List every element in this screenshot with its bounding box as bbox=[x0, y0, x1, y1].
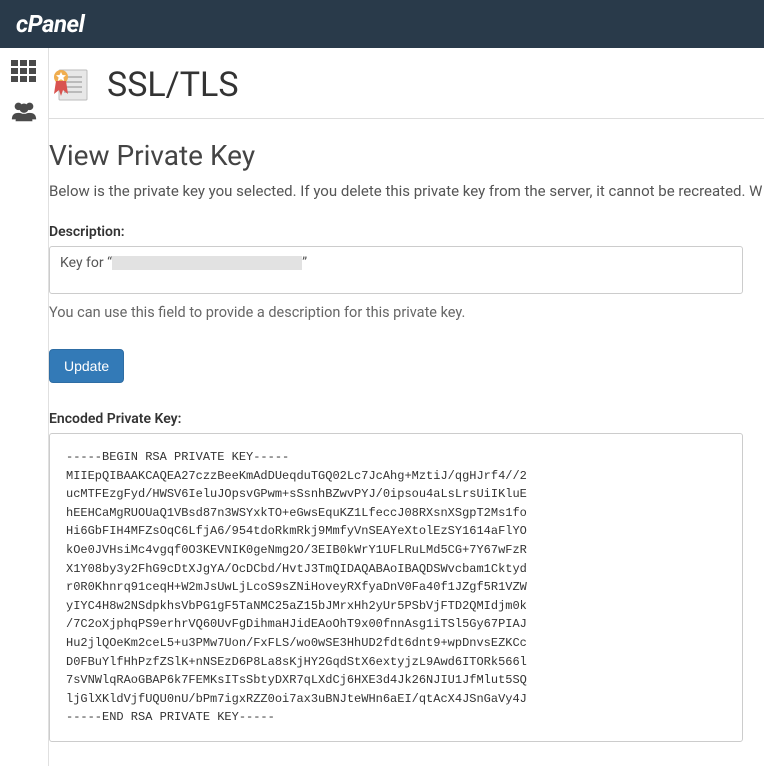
divider bbox=[49, 118, 764, 119]
update-button[interactable]: Update bbox=[49, 349, 124, 383]
description-help: You can use this field to provide a desc… bbox=[49, 304, 764, 321]
sidebar bbox=[0, 48, 48, 766]
lead-text: Below is the private key you selected. I… bbox=[49, 182, 764, 200]
brand-text: cPanel bbox=[16, 10, 84, 38]
page-header: SSL/TLS bbox=[49, 64, 764, 118]
users-icon[interactable] bbox=[10, 100, 38, 122]
encoded-key-box[interactable]: -----BEGIN RSA PRIVATE KEY----- MIIEpQIB… bbox=[49, 433, 743, 742]
brand-logo: cPanel bbox=[16, 10, 84, 38]
topbar: cPanel bbox=[0, 0, 764, 48]
page-title: SSL/TLS bbox=[107, 65, 239, 105]
layout: SSL/TLS View Private Key Below is the pr… bbox=[0, 48, 764, 766]
apps-grid-icon[interactable] bbox=[10, 60, 38, 82]
redacted-domain bbox=[112, 256, 302, 270]
section-title: View Private Key bbox=[49, 139, 764, 172]
desc-suffix: ” bbox=[302, 255, 307, 271]
encoded-label: Encoded Private Key: bbox=[49, 411, 764, 427]
description-label: Description: bbox=[49, 224, 764, 240]
desc-prefix: Key for “ bbox=[60, 255, 112, 271]
content: View Private Key Below is the private ke… bbox=[49, 139, 764, 742]
description-input[interactable]: Key for “ ” bbox=[49, 246, 743, 294]
main: SSL/TLS View Private Key Below is the pr… bbox=[48, 48, 764, 766]
certificate-icon bbox=[49, 64, 91, 106]
